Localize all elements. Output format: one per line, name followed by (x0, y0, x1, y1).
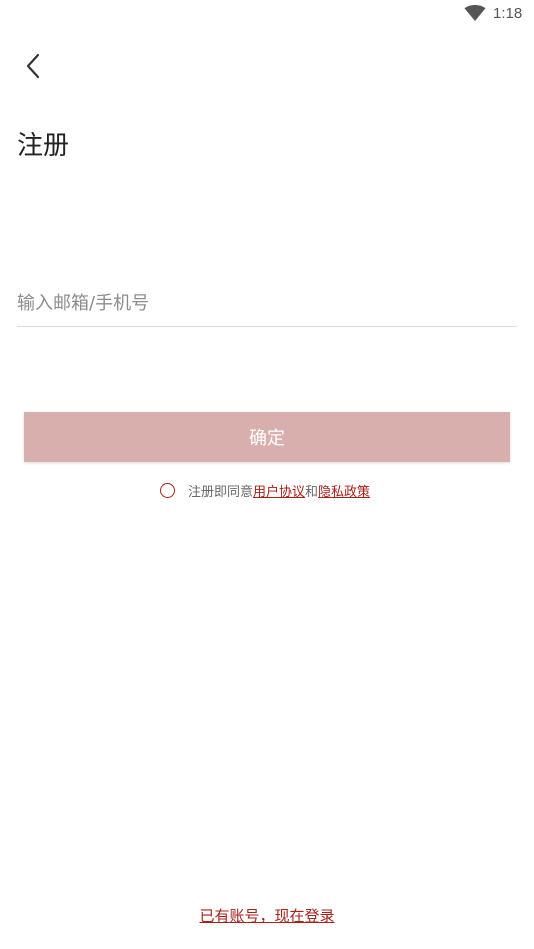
confirm-button[interactable]: 确定 (24, 412, 510, 462)
register-screen: 1:18 注册 确定 注册即同意 用户协议 和 隐私政策 已有账号，现在登录 (0, 0, 534, 949)
login-link[interactable]: 已有账号，现在登录 (0, 905, 534, 926)
agreement-prefix: 注册即同意 (188, 484, 254, 500)
agree-checkbox[interactable] (160, 482, 175, 498)
page-title: 注册 (17, 131, 70, 161)
privacy-policy-link[interactable]: 隐私政策 (318, 481, 370, 500)
wifi-icon (464, 5, 486, 21)
user-agreement-link[interactable]: 用户协议 (253, 481, 305, 500)
account-input[interactable] (17, 280, 517, 327)
status-bar: 1:18 (0, 0, 534, 28)
chevron-left-icon (26, 53, 40, 79)
back-button[interactable] (18, 50, 50, 82)
status-time: 1:18 (493, 5, 523, 22)
agreement-conjunction: 和 (305, 484, 319, 500)
agreement-row: 注册即同意 用户协议 和 隐私政策 (160, 480, 370, 500)
